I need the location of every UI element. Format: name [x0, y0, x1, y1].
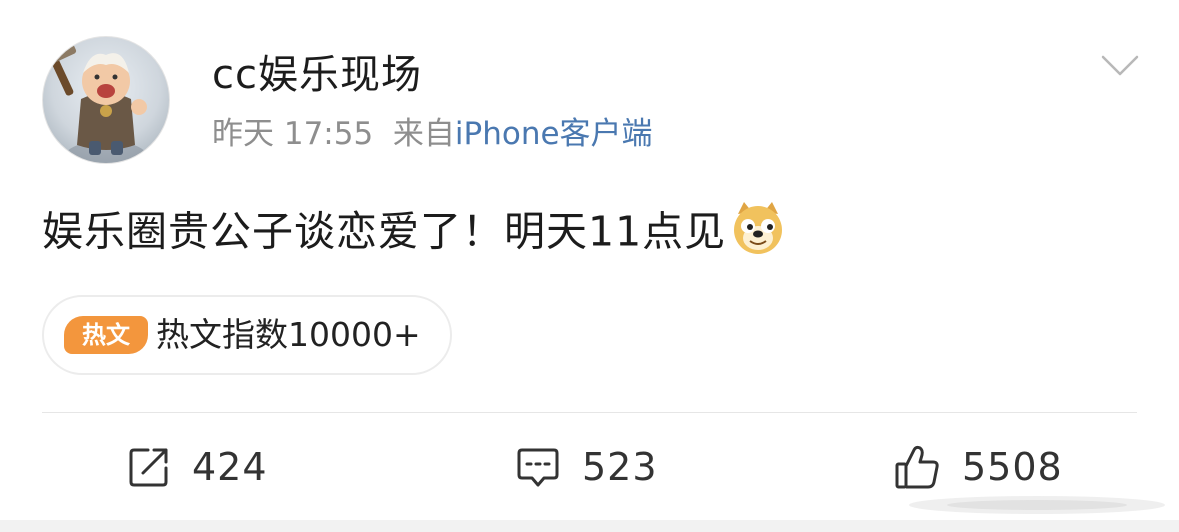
hot-index-label: 热文指数10000+ [156, 315, 421, 354]
chevron-down-icon[interactable] [1101, 54, 1139, 78]
post-time: 昨天 17:55 [212, 116, 374, 152]
username[interactable]: cc娱乐现场 [212, 52, 422, 98]
repost-button[interactable]: 424 [128, 440, 268, 494]
post-content: 娱乐圈贵公子谈恋爱了！明天11点见 [42, 200, 786, 269]
like-button[interactable]: 5508 [894, 440, 1063, 494]
watermark-logo [909, 496, 1165, 514]
like-count: 5508 [962, 445, 1063, 489]
repost-icon [129, 448, 168, 487]
comment-button[interactable]: 523 [516, 440, 658, 494]
hot-index-pill[interactable]: 热文 热文指数10000+ [42, 295, 452, 375]
bottom-bar [0, 520, 1179, 532]
divider [42, 412, 1137, 413]
avatar-image [45, 38, 147, 163]
thumbs-up-icon [895, 445, 939, 489]
repost-count: 424 [192, 445, 268, 489]
doge-emoji-icon [730, 200, 786, 269]
avatar[interactable] [42, 36, 170, 164]
source-prefix: 来自 [392, 116, 455, 152]
comment-icon [517, 448, 559, 487]
post-source[interactable]: iPhone客户端 [455, 116, 653, 152]
comment-count: 523 [582, 445, 658, 489]
post-text: 娱乐圈贵公子谈恋爱了！明天11点见 [42, 207, 727, 256]
post-meta: 昨天 17:55 来自iPhone客户端 [212, 114, 653, 154]
hot-badge: 热文 [64, 316, 148, 354]
